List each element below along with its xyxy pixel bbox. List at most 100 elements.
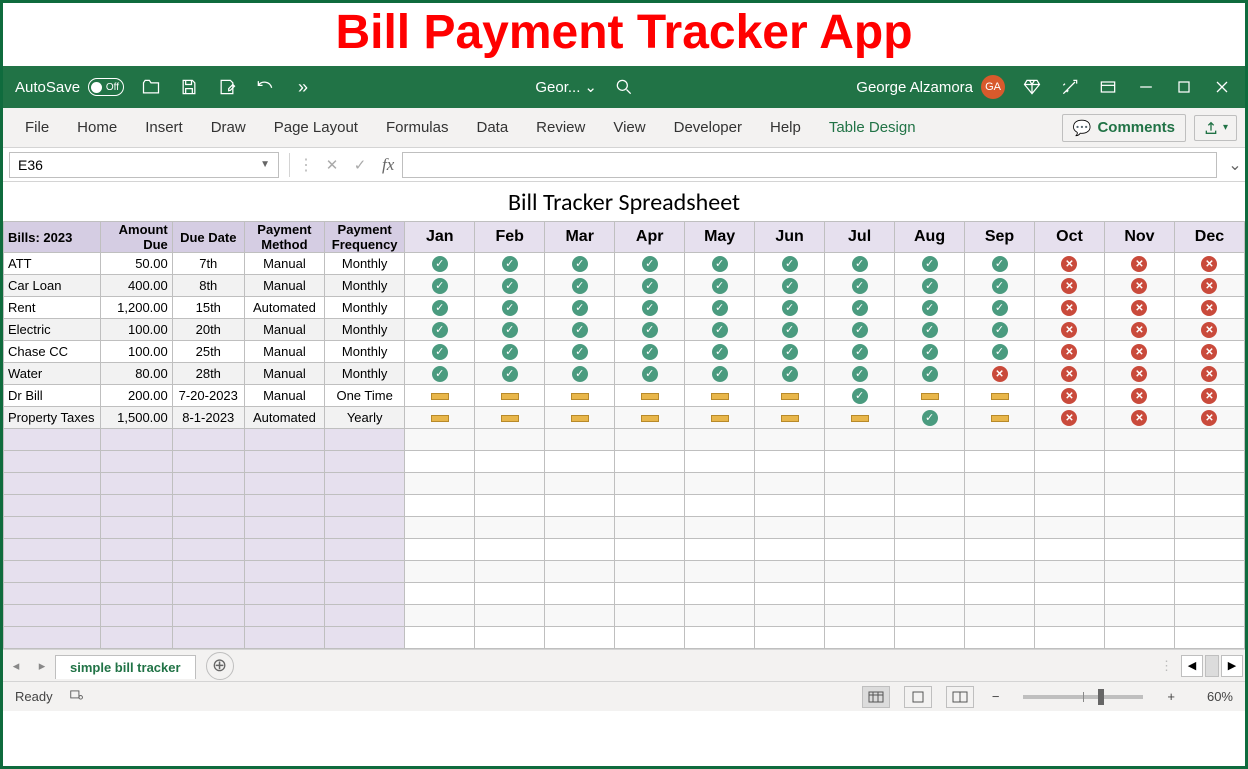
status-cell[interactable]: ✓: [545, 297, 615, 319]
cell[interactable]: [755, 561, 825, 583]
status-cell[interactable]: ✓: [475, 363, 545, 385]
cell[interactable]: [475, 605, 545, 627]
cell[interactable]: [825, 605, 895, 627]
status-cell[interactable]: ✓: [825, 297, 895, 319]
status-cell[interactable]: ✕: [1104, 363, 1174, 385]
cell[interactable]: [325, 429, 405, 451]
status-cell[interactable]: ✕: [1174, 253, 1244, 275]
add-sheet-button[interactable]: ⊕: [206, 652, 234, 680]
cell[interactable]: 8th: [172, 275, 244, 297]
cell[interactable]: [825, 627, 895, 649]
cell[interactable]: [405, 605, 475, 627]
cell[interactable]: [1104, 605, 1174, 627]
cell[interactable]: [4, 495, 101, 517]
status-cell[interactable]: ✓: [685, 275, 755, 297]
cell[interactable]: ATT: [4, 253, 101, 275]
cell[interactable]: [4, 605, 101, 627]
cell[interactable]: [965, 473, 1035, 495]
cell[interactable]: [172, 539, 244, 561]
status-cell[interactable]: ✓: [895, 407, 965, 429]
cell[interactable]: [895, 495, 965, 517]
cell[interactable]: Manual: [244, 253, 324, 275]
cell[interactable]: [685, 539, 755, 561]
status-cell[interactable]: ✓: [825, 385, 895, 407]
cell[interactable]: [100, 561, 172, 583]
status-cell[interactable]: ✓: [965, 253, 1035, 275]
status-cell[interactable]: ✕: [1035, 297, 1105, 319]
cell[interactable]: Monthly: [325, 253, 405, 275]
cell[interactable]: [615, 473, 685, 495]
column-header[interactable]: Jan: [405, 222, 475, 253]
cell[interactable]: [1104, 429, 1174, 451]
cell[interactable]: [325, 583, 405, 605]
status-cell[interactable]: [895, 385, 965, 407]
cell[interactable]: [965, 495, 1035, 517]
view-normal-icon[interactable]: [862, 686, 890, 708]
status-cell[interactable]: ✓: [755, 319, 825, 341]
diamond-icon[interactable]: [1021, 76, 1043, 98]
table-row[interactable]: Dr Bill200.007-20-2023ManualOne Time✓✕✕✕: [4, 385, 1245, 407]
cell[interactable]: 80.00: [100, 363, 172, 385]
cell[interactable]: 8-1-2023: [172, 407, 244, 429]
sheet-tab-active[interactable]: simple bill tracker: [55, 655, 196, 679]
cell[interactable]: [545, 561, 615, 583]
cell[interactable]: [1104, 583, 1174, 605]
cell[interactable]: [405, 429, 475, 451]
cell[interactable]: [1174, 495, 1244, 517]
status-cell[interactable]: [755, 385, 825, 407]
cell[interactable]: [755, 429, 825, 451]
zoom-level[interactable]: 60%: [1193, 689, 1233, 704]
status-cell[interactable]: ✕: [1104, 385, 1174, 407]
cell[interactable]: [685, 429, 755, 451]
cell[interactable]: [172, 473, 244, 495]
status-cell[interactable]: ✓: [405, 341, 475, 363]
cell[interactable]: One Time: [325, 385, 405, 407]
zoom-slider[interactable]: [1023, 695, 1143, 699]
status-cell[interactable]: ✓: [755, 275, 825, 297]
column-header[interactable]: Apr: [615, 222, 685, 253]
status-cell[interactable]: ✕: [1035, 319, 1105, 341]
cell[interactable]: [325, 561, 405, 583]
cell[interactable]: Automated: [244, 407, 324, 429]
cell[interactable]: [685, 451, 755, 473]
cell[interactable]: [475, 627, 545, 649]
table-row[interactable]: ATT50.007thManualMonthly✓✓✓✓✓✓✓✓✓✕✕✕: [4, 253, 1245, 275]
more-commands-icon[interactable]: »: [292, 76, 314, 98]
toggle-switch[interactable]: Off: [88, 78, 124, 96]
cell[interactable]: [755, 517, 825, 539]
cell[interactable]: [965, 605, 1035, 627]
cell[interactable]: [1104, 561, 1174, 583]
cell[interactable]: [1035, 539, 1105, 561]
column-header[interactable]: PaymentFrequency: [325, 222, 405, 253]
cell[interactable]: [965, 583, 1035, 605]
cell[interactable]: [1035, 627, 1105, 649]
column-header[interactable]: Bills: 2023: [4, 222, 101, 253]
status-cell[interactable]: ✓: [545, 275, 615, 297]
user-account[interactable]: George Alzamora GA: [856, 75, 1005, 99]
status-cell[interactable]: ✓: [475, 275, 545, 297]
bill-table[interactable]: Bills: 2023AmountDueDue DatePaymentMetho…: [3, 221, 1245, 649]
cell[interactable]: [325, 539, 405, 561]
cell[interactable]: [545, 473, 615, 495]
cell[interactable]: [244, 429, 324, 451]
table-row[interactable]: [4, 583, 1245, 605]
tab-review[interactable]: Review: [522, 108, 599, 148]
cell[interactable]: [100, 517, 172, 539]
cell[interactable]: [755, 583, 825, 605]
cell[interactable]: [825, 473, 895, 495]
status-cell[interactable]: [685, 385, 755, 407]
cell[interactable]: [172, 561, 244, 583]
status-cell[interactable]: ✓: [545, 319, 615, 341]
cell[interactable]: [405, 583, 475, 605]
cell[interactable]: [615, 539, 685, 561]
cell[interactable]: 100.00: [100, 319, 172, 341]
cell[interactable]: 7th: [172, 253, 244, 275]
cell[interactable]: [475, 451, 545, 473]
status-cell[interactable]: ✓: [615, 253, 685, 275]
accept-formula-icon[interactable]: ✓: [346, 152, 374, 178]
status-cell[interactable]: [545, 407, 615, 429]
status-cell[interactable]: ✕: [1035, 363, 1105, 385]
cell[interactable]: [615, 495, 685, 517]
column-header[interactable]: Dec: [1174, 222, 1244, 253]
status-cell[interactable]: ✓: [545, 253, 615, 275]
